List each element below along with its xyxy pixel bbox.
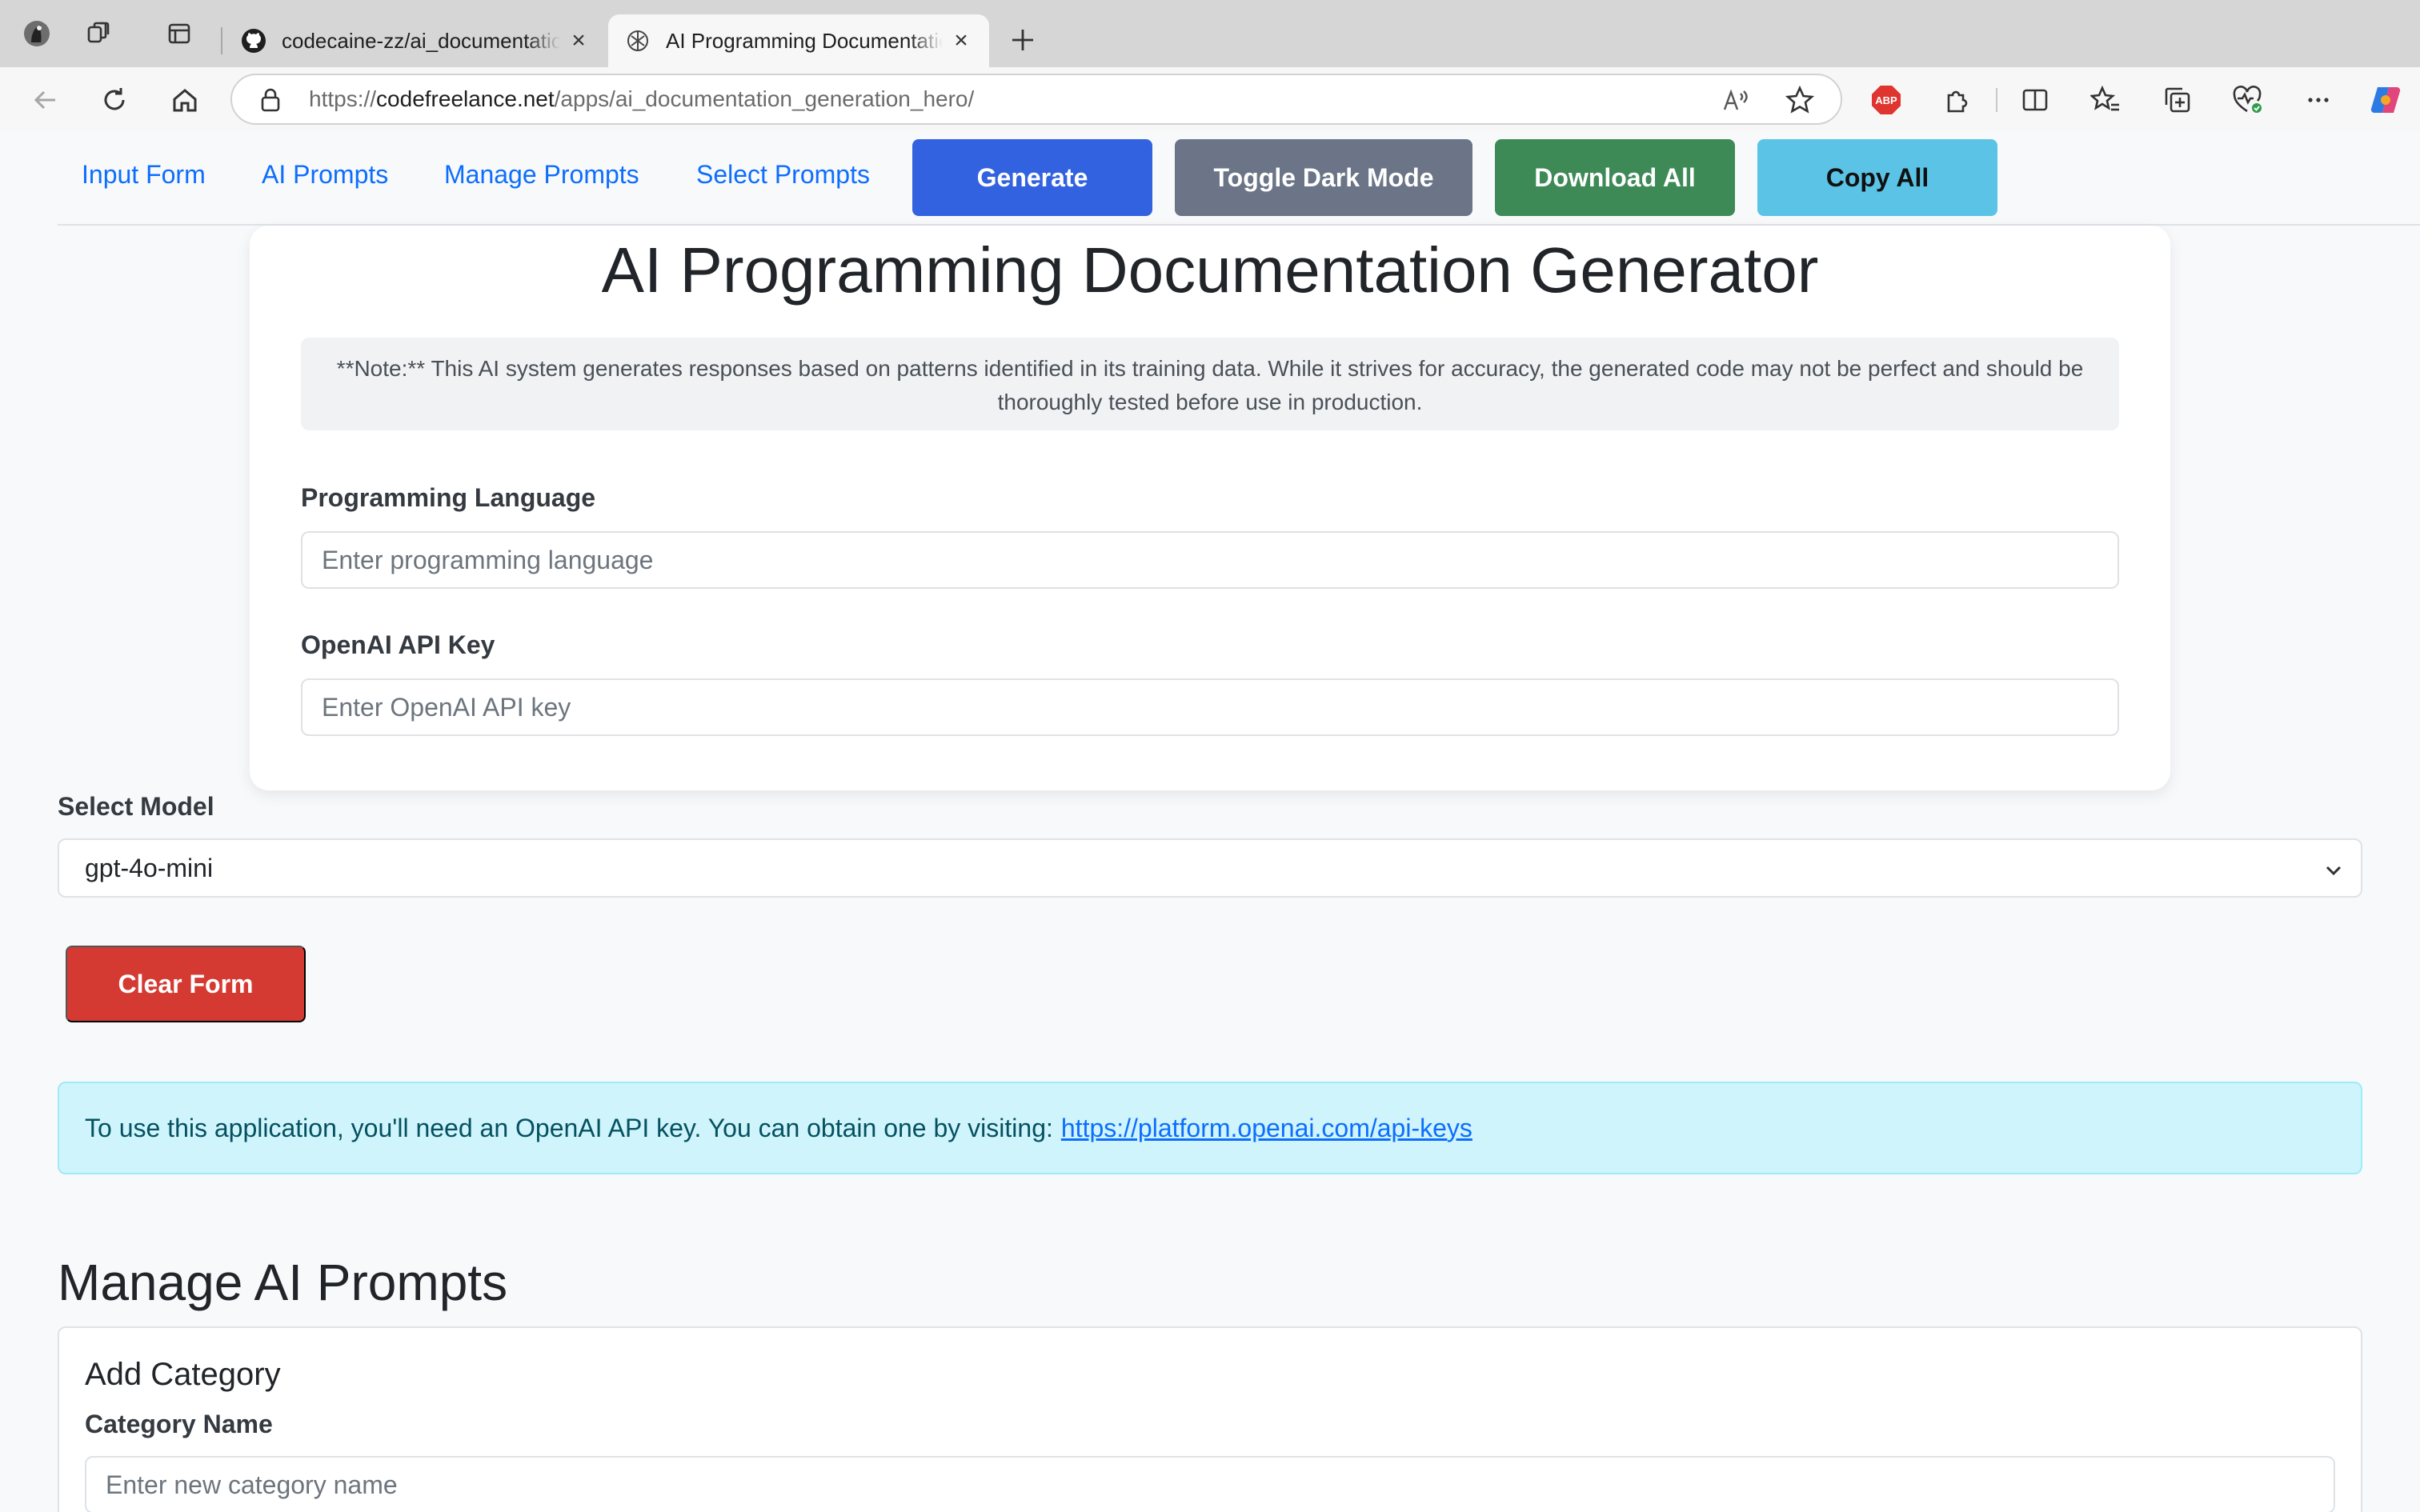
browser-tab-bar: codecaine-zz/ai_documentation_generation… (0, 0, 2420, 67)
toolbar-divider (1996, 88, 1997, 112)
download-all-button[interactable]: Download All (1495, 139, 1735, 216)
more-icon[interactable] (2302, 83, 2335, 117)
nav-link-manage-prompts[interactable]: Manage Prompts (444, 160, 639, 190)
close-tab-icon[interactable]: × (949, 27, 973, 54)
close-tab-icon[interactable]: × (567, 27, 591, 54)
tab-actions-icon[interactable] (163, 18, 195, 50)
nav-link-input-form[interactable]: Input Form (82, 160, 206, 190)
address-bar[interactable]: https://codefreelance.net/apps/ai_docume… (230, 74, 1842, 125)
site-favicon-icon (624, 27, 651, 54)
copy-all-button[interactable]: Copy All (1757, 139, 1997, 216)
collections-icon[interactable] (2161, 83, 2194, 117)
new-tab-icon[interactable] (1004, 21, 1042, 59)
programming-language-label: Programming Language (301, 483, 596, 512)
alert-text: To use this application, you'll need an … (85, 1113, 1053, 1142)
refresh-icon[interactable] (98, 83, 131, 117)
manage-prompts-heading: Manage AI Prompts (58, 1254, 508, 1311)
github-icon (240, 27, 267, 54)
url-text[interactable]: https://codefreelance.net/apps/ai_docume… (309, 86, 974, 112)
generate-button[interactable]: Generate (912, 139, 1152, 216)
favorite-star-icon[interactable] (1785, 85, 1815, 115)
home-icon[interactable] (168, 83, 202, 117)
favorites-icon[interactable] (2089, 83, 2122, 117)
input-form-card: AI Programming Documentation Generator *… (250, 226, 2170, 790)
model-select-value: gpt-4o-mini (85, 853, 214, 882)
select-model-label: Select Model (58, 792, 214, 821)
api-key-info-alert: To use this application, you'll need an … (58, 1082, 2362, 1174)
adblock-icon[interactable]: ABP (1869, 83, 1903, 117)
extensions-icon[interactable] (1940, 83, 1973, 117)
back-icon[interactable] (29, 83, 62, 117)
tab-github[interactable]: codecaine-zz/ai_documentation_generation… (224, 14, 607, 67)
tab-separator (221, 27, 222, 54)
nav-link-ai-prompts[interactable]: AI Prompts (262, 160, 388, 190)
read-aloud-icon[interactable] (1721, 85, 1751, 115)
clear-form-button[interactable]: Clear Form (66, 946, 306, 1022)
api-keys-link[interactable]: https://platform.openai.com/api-keys (1061, 1114, 1472, 1143)
disclaimer-note: **Note:** This AI system generates respo… (301, 338, 2119, 430)
add-category-card: Add Category Category Name Enter new cat… (58, 1326, 2362, 1512)
tab-title: codecaine-zz/ai_documentation_generation… (282, 28, 560, 53)
category-name-label: Category Name (85, 1410, 273, 1438)
browser-essentials-icon[interactable] (2231, 83, 2265, 117)
lock-icon[interactable] (258, 86, 283, 114)
category-name-input[interactable]: Enter new category name (85, 1456, 2335, 1512)
nav-link-select-prompts[interactable]: Select Prompts (696, 160, 870, 190)
browser-toolbar: https://codefreelance.net/apps/ai_docume… (0, 67, 2420, 131)
chevron-down-icon (2326, 866, 2342, 876)
copilot-icon[interactable] (2369, 83, 2402, 117)
profile-avatar-icon[interactable] (21, 18, 53, 50)
page-title: AI Programming Documentation Generator (601, 234, 1819, 306)
openai-api-key-label: OpenAI API Key (301, 630, 495, 659)
model-select[interactable]: gpt-4o-mini (58, 838, 2362, 898)
tab-ai-doc-generator[interactable]: AI Programming Documentation Generator × (608, 14, 989, 67)
tab-title: AI Programming Documentation Generator (666, 28, 943, 53)
app-navbar: Input Form AI Prompts Manage Prompts Sel… (58, 131, 2420, 226)
split-screen-icon[interactable] (2018, 83, 2052, 117)
toggle-dark-mode-button[interactable]: Toggle Dark Mode (1175, 139, 1472, 216)
workspaces-icon[interactable] (83, 18, 115, 50)
programming-language-input[interactable]: Enter programming language (301, 531, 2119, 589)
add-category-heading: Add Category (85, 1357, 281, 1392)
openai-api-key-input[interactable]: Enter OpenAI API key (301, 678, 2119, 736)
page-viewport: Input Form AI Prompts Manage Prompts Sel… (0, 131, 2420, 1512)
